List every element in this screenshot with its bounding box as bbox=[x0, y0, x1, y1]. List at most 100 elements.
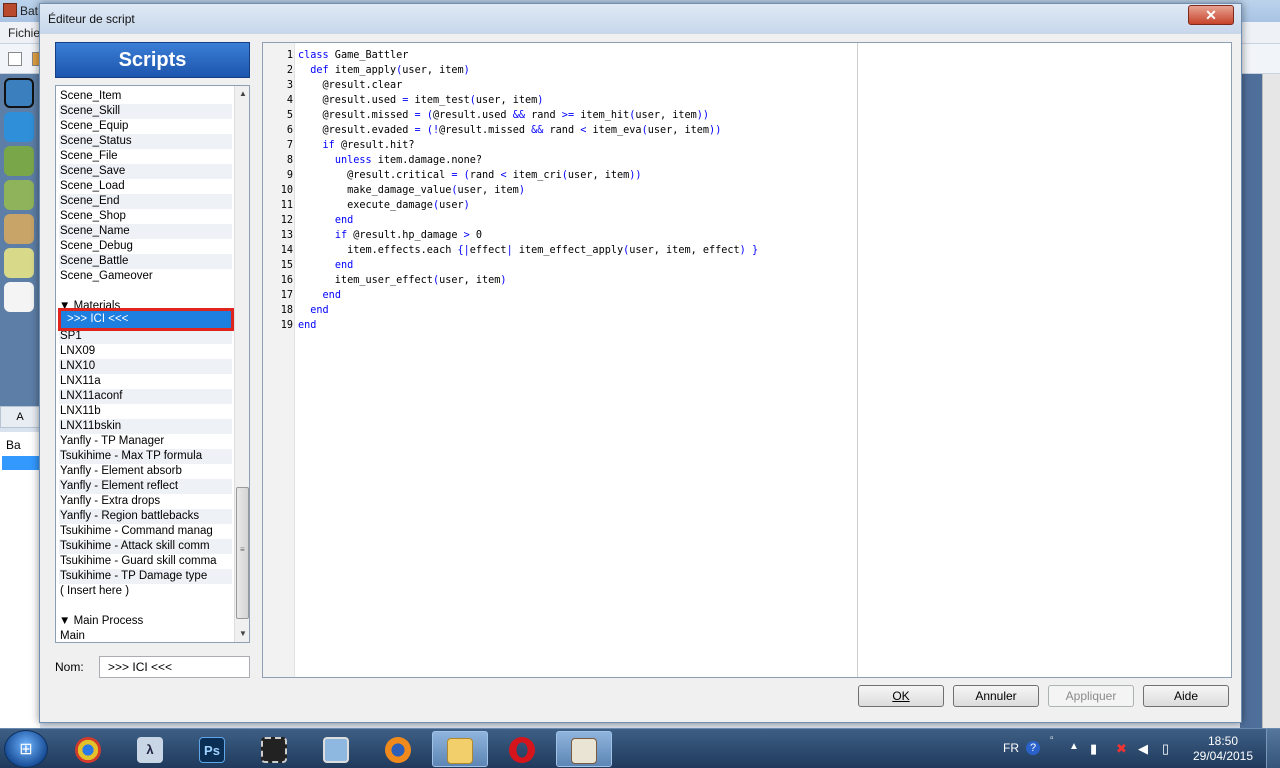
cancel-button[interactable]: Annuler bbox=[953, 685, 1039, 707]
language-indicator[interactable]: FR bbox=[1003, 741, 1019, 755]
script-list-item[interactable]: Yanfly - Element absorb bbox=[59, 464, 232, 479]
script-list-item[interactable]: ( Insert here ) bbox=[59, 584, 232, 599]
script-list-item[interactable]: Tsukihime - TP Damage type bbox=[59, 569, 232, 584]
code-line[interactable]: @result.critical = (rand < item_cri(user… bbox=[298, 168, 641, 183]
menu-fichier[interactable]: Fichie bbox=[8, 26, 40, 40]
script-list-item[interactable]: Scene_Load bbox=[59, 179, 232, 194]
taskbar-computer[interactable] bbox=[308, 731, 364, 767]
code-line[interactable]: def item_apply(user, item) bbox=[298, 63, 470, 78]
show-desktop-button[interactable] bbox=[1266, 729, 1280, 768]
taskbar-chrome[interactable] bbox=[60, 731, 116, 767]
code-line[interactable]: @result.used = item_test(user, item) bbox=[298, 93, 544, 108]
code-line[interactable]: if @result.hit? bbox=[298, 138, 415, 153]
script-list-item[interactable]: Scene_Gameover bbox=[59, 269, 232, 284]
script-list[interactable]: Main ▼ Main Process( Insert here ) Tsukihi… bbox=[55, 85, 250, 643]
script-list-item[interactable]: Scene_Status bbox=[59, 134, 232, 149]
script-list-item[interactable]: Scene_File bbox=[59, 149, 232, 164]
taskbar-explorer[interactable] bbox=[432, 731, 488, 767]
script-list-item[interactable]: Scene_Battle bbox=[59, 254, 232, 269]
scroll-down-arrow-icon[interactable]: ▼ bbox=[235, 626, 249, 642]
script-list-item[interactable]: LNX10 bbox=[59, 359, 232, 374]
code-line[interactable]: end bbox=[298, 213, 353, 228]
tile-snow-icon[interactable] bbox=[4, 282, 34, 312]
code-line[interactable]: end bbox=[298, 258, 353, 273]
tile-water-icon[interactable] bbox=[4, 78, 34, 108]
code-editor[interactable]: 1 2 3 4 5 6 7 8 9 10 11 12 13 14 15 16 17 18 19 class Game… bbox=[262, 42, 1232, 678]
script-list-item[interactable]: Scene_Save bbox=[59, 164, 232, 179]
script-list-item[interactable]: Scene_Shop bbox=[59, 209, 232, 224]
code-line[interactable]: end bbox=[298, 303, 328, 318]
code-line[interactable]: execute_damage(user) bbox=[298, 198, 470, 213]
script-list-item[interactable]: SP1 bbox=[59, 329, 232, 344]
scroll-up-arrow-icon[interactable]: ▲ bbox=[235, 86, 249, 102]
script-list-item[interactable]: LNX09 bbox=[59, 344, 232, 359]
battery-icon[interactable]: ▯ bbox=[1162, 741, 1169, 757]
script-list-item[interactable]: Tsukihime - Guard skill comma bbox=[59, 554, 232, 569]
code-line[interactable]: @result.evaded = (!@result.missed && ran… bbox=[298, 123, 722, 138]
signal-icon[interactable]: ▮ bbox=[1090, 741, 1097, 757]
close-button[interactable]: ✕ bbox=[1188, 5, 1234, 25]
script-list-item[interactable]: Scene_Skill bbox=[59, 104, 232, 119]
tile-grass2-icon[interactable] bbox=[4, 180, 34, 210]
map-scrollbar[interactable] bbox=[1262, 74, 1280, 728]
taskbar-ruby[interactable]: λ bbox=[122, 731, 178, 767]
code-line[interactable]: make_damage_value(user, item) bbox=[298, 183, 525, 198]
help-icon[interactable]: ? bbox=[1026, 741, 1040, 755]
script-list-item[interactable]: Yanfly - TP Manager bbox=[59, 434, 232, 449]
code-line[interactable]: item_user_effect(user, item) bbox=[298, 273, 507, 288]
code-line[interactable]: if @result.hp_damage > 0 bbox=[298, 228, 482, 243]
new-file-icon[interactable] bbox=[8, 52, 22, 66]
script-list-item[interactable]: Scene_End bbox=[59, 194, 232, 209]
network-error-icon[interactable]: ✖ bbox=[1116, 741, 1127, 757]
script-list-item[interactable]: Main bbox=[59, 629, 232, 642]
script-list-scrollbar[interactable]: ▲ ≡ ▼ bbox=[234, 86, 249, 642]
tile-sand-icon[interactable] bbox=[4, 248, 34, 278]
apply-button[interactable]: Appliquer bbox=[1048, 685, 1134, 707]
code-line[interactable]: end bbox=[298, 288, 341, 303]
script-list-item[interactable]: LNX11aconf bbox=[59, 389, 232, 404]
clock[interactable]: 18:50 29/04/2015 bbox=[1188, 734, 1258, 764]
script-list-item[interactable]: Yanfly - Extra drops bbox=[59, 494, 232, 509]
code-line[interactable]: @result.clear bbox=[298, 78, 403, 93]
code-line[interactable]: class Game_Battler bbox=[298, 48, 408, 63]
tile-deep-water-icon[interactable] bbox=[4, 112, 34, 142]
code-line[interactable]: @result.missed = (@result.used && rand >… bbox=[298, 108, 710, 123]
scroll-thumb[interactable]: ≡ bbox=[236, 487, 249, 619]
code-line[interactable]: end bbox=[298, 318, 316, 333]
taskbar-firefox[interactable] bbox=[370, 731, 426, 767]
map-tree-selected[interactable] bbox=[2, 456, 40, 470]
script-list-item[interactable]: LNX11a bbox=[59, 374, 232, 389]
list-section-header[interactable]: ▼ Main Process bbox=[59, 614, 143, 629]
taskbar-rpgmaker[interactable] bbox=[556, 731, 612, 767]
taskbar-photoshop[interactable]: Ps bbox=[184, 731, 240, 767]
script-list-item[interactable]: Tsukihime - Command manag bbox=[59, 524, 232, 539]
script-list-item[interactable]: LNX11b bbox=[59, 404, 232, 419]
show-hidden-icons-icon[interactable]: ▲ bbox=[1069, 741, 1079, 752]
code-line[interactable]: item.effects.each {|effect| item_effect_… bbox=[298, 243, 758, 258]
help-button[interactable]: Aide bbox=[1143, 685, 1229, 707]
volume-icon[interactable]: ◀ bbox=[1138, 741, 1148, 757]
script-list-item[interactable]: Tsukihime - Max TP formula bbox=[59, 449, 232, 464]
taskbar-film[interactable] bbox=[246, 731, 302, 767]
script-list-item-selected[interactable]: >>> ICI <<< bbox=[58, 308, 234, 331]
taskbar-opera[interactable] bbox=[494, 731, 550, 767]
script-list-item[interactable]: Tsukihime - Attack skill comm bbox=[59, 539, 232, 554]
dialog-titlebar[interactable]: Éditeur de script ✕ bbox=[40, 4, 1241, 34]
script-list-item[interactable]: Scene_Name bbox=[59, 224, 232, 239]
tile-dirt-icon[interactable] bbox=[4, 214, 34, 244]
start-button[interactable]: ⊞ bbox=[4, 730, 48, 768]
script-list-item[interactable]: LNX11bskin bbox=[59, 419, 232, 434]
code-line[interactable]: unless item.damage.none? bbox=[298, 153, 482, 168]
script-list-item[interactable]: Scene_Item bbox=[59, 89, 232, 104]
map-tree-item[interactable]: Ba bbox=[6, 438, 21, 452]
script-list-item[interactable]: Yanfly - Element reflect bbox=[59, 479, 232, 494]
script-list-item[interactable]: Yanfly - Region battlebacks bbox=[59, 509, 232, 524]
help-button-label: Aide bbox=[1173, 689, 1199, 703]
name-input[interactable] bbox=[99, 656, 250, 678]
settings-small-icon[interactable]: ▫ bbox=[1050, 733, 1054, 744]
tile-grass-icon[interactable] bbox=[4, 146, 34, 176]
script-list-item[interactable]: Scene_Debug bbox=[59, 239, 232, 254]
palette-tab-a[interactable]: A bbox=[0, 406, 40, 428]
script-list-item[interactable]: Scene_Equip bbox=[59, 119, 232, 134]
ok-button[interactable]: OK bbox=[858, 685, 944, 707]
